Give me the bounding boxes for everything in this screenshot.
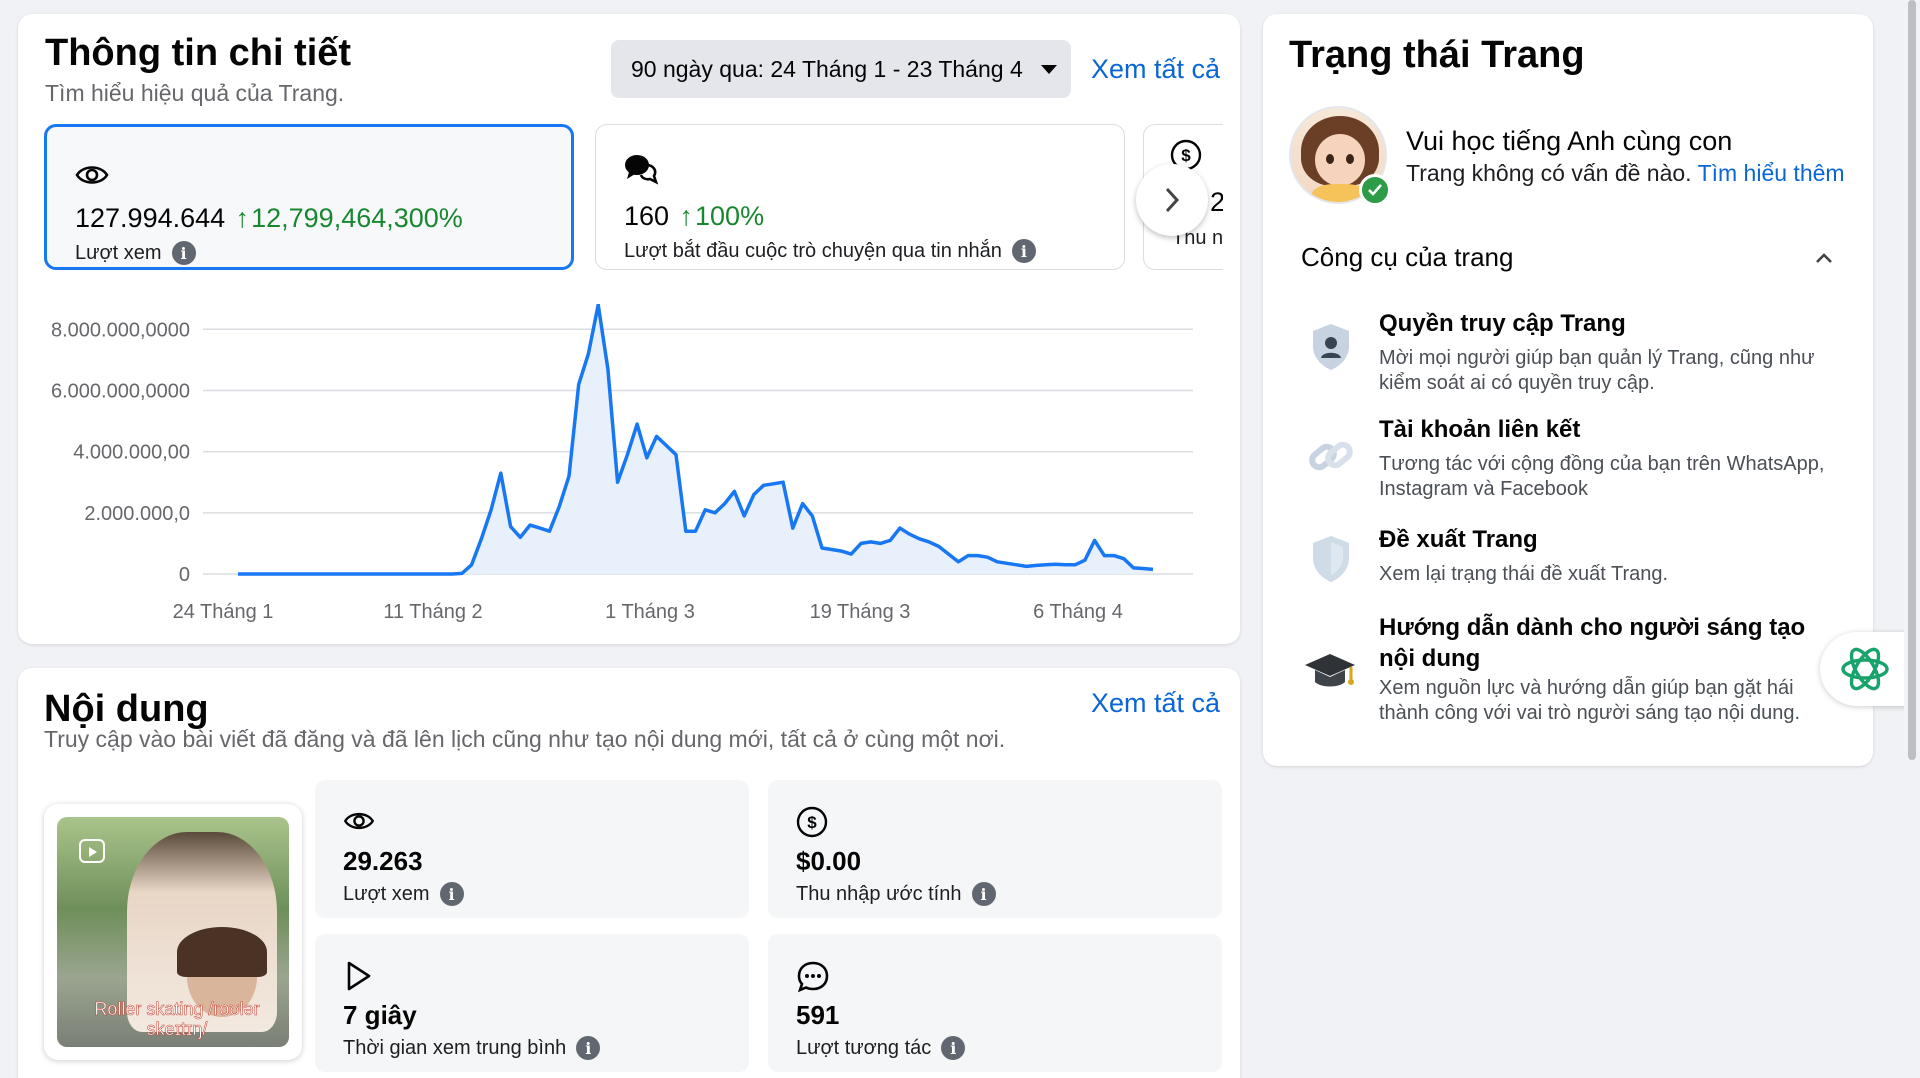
x-tick-label: 24 Tháng 1 — [173, 601, 274, 623]
ai-assistant-button[interactable] — [1820, 632, 1910, 706]
caret-down-icon — [1040, 64, 1057, 74]
post-thumbnail-card[interactable]: Roller skating /roʊlər skeɪtɪŋ/ — [44, 804, 302, 1060]
tile-value: $0.00 — [796, 846, 862, 876]
tile-value: 591 — [796, 1000, 840, 1030]
tool-desc: Xem nguồn lực và hướng dẫn giúp bạn gặt … — [1379, 677, 1800, 724]
scrollbar-track[interactable] — [1904, 0, 1920, 1078]
chevron-up-icon — [1816, 253, 1832, 263]
tools-title: Công cụ của trang — [1301, 242, 1514, 272]
metric-label: Lượt bắt đầu cuộc trò chuyện qua tin nhắ… — [624, 239, 1002, 262]
ai-knot-icon — [1841, 647, 1889, 691]
svg-text:$: $ — [807, 813, 817, 832]
content-tile-earnings[interactable]: $ $0.00 Thu nhập ước tính i — [768, 780, 1222, 918]
link-icon — [1309, 441, 1353, 471]
verified-check-icon — [1359, 174, 1391, 206]
metric-value: 127.994.644 — [75, 203, 226, 233]
info-icon[interactable]: i — [171, 241, 196, 265]
page-status-card: Trạng thái Trang Vui học tiếng Anh cùng … — [1263, 14, 1873, 766]
eye-icon — [75, 166, 109, 184]
tool-page-recommendation[interactable]: Đề xuất Trang Xem lại trạng thái đề xuất… — [1301, 526, 1861, 596]
insights-title: Thông tin chi tiết — [45, 32, 352, 74]
chevron-right-icon — [1165, 187, 1180, 213]
svg-text:$: $ — [1181, 146, 1191, 165]
metric-label: Lượt xem — [75, 241, 162, 264]
tile-label: Lượt tương tác — [796, 1036, 932, 1059]
play-icon — [347, 961, 371, 991]
y-tick-label: 6.000.000,0000 — [51, 380, 190, 402]
date-range-label: 90 ngày qua: 24 Tháng 1 - 23 Tháng 4 — [631, 55, 1023, 82]
tool-desc: Tương tác với cộng đồng của bạn trên Wha… — [1379, 453, 1825, 500]
learn-more-link[interactable]: Tìm hiểu thêm — [1698, 160, 1845, 186]
x-tick-label: 11 Tháng 2 — [383, 601, 482, 623]
content-tile-watch-time[interactable]: 7 giây Thời gian xem trung bình i — [315, 934, 749, 1072]
metric-change: 12,799,464,300% — [251, 203, 463, 233]
graduation-cap-icon — [1305, 654, 1355, 687]
y-tick-label: 2.000.000,0 — [84, 503, 190, 525]
post-thumbnail-image: Roller skating /roʊlər skeɪtɪŋ/ — [57, 817, 289, 1047]
series-area — [238, 304, 1153, 574]
tool-linked-accounts[interactable]: Tài khoản liên kết Tương tác với cộng đồ… — [1301, 416, 1861, 508]
metric-change: 100% — [695, 201, 765, 231]
status-text: Trang không có vấn đề nào. — [1406, 160, 1692, 186]
page-name: Vui học tiếng Anh cùng con — [1406, 126, 1733, 156]
tile-label: Lượt xem — [343, 882, 430, 905]
content-title: Nội dung — [44, 688, 209, 730]
content-subtitle: Truy cập vào bài viết đã đăng và đã lên … — [44, 726, 1006, 752]
metric-card-views[interactable]: 127.994.644 ↑12,799,464,300% Lượt xem i — [44, 124, 574, 270]
carousel-next-button[interactable] — [1136, 164, 1208, 236]
up-arrow-icon: ↑ — [679, 201, 694, 231]
tool-title: Đề xuất Trang — [1379, 526, 1538, 553]
info-icon[interactable]: i — [971, 882, 996, 906]
info-icon[interactable]: i — [576, 1036, 601, 1060]
x-tick-label: 1 Tháng 3 — [605, 601, 695, 623]
reels-icon — [79, 839, 105, 863]
comment-icon — [797, 961, 829, 993]
insights-card: Thông tin chi tiết Tìm hiểu hiệu quả của… — [18, 14, 1240, 644]
metric-value-row: 127.994.644 ↑12,799,464,300% — [75, 203, 463, 234]
chat-bubbles-icon — [625, 155, 658, 185]
y-tick-label: 8.000.000,0000 — [51, 319, 190, 341]
tool-title: Quyền truy cập Trang — [1379, 310, 1626, 337]
tile-value: 7 giây — [343, 1000, 417, 1030]
y-tick-label: 4.000.000,00 — [73, 442, 190, 464]
dollar-icon: $ — [796, 806, 828, 838]
tool-creator-guide[interactable]: Hướng dẫn dành cho người sáng tạo nội du… — [1301, 612, 1861, 736]
y-tick-label: 0 — [179, 564, 190, 586]
date-range-dropdown[interactable]: 90 ngày qua: 24 Tháng 1 - 23 Tháng 4 — [611, 40, 1071, 98]
insights-see-all-link[interactable]: Xem tất cả — [1091, 54, 1220, 85]
thumbnail-caption: Roller skating /roʊlər skeɪtɪŋ/ — [94, 999, 260, 1040]
content-tile-engagement[interactable]: 591 Lượt tương tác i — [768, 934, 1222, 1072]
tile-label: Thu nhập ước tính — [796, 882, 962, 905]
x-tick-label: 19 Tháng 3 — [810, 601, 911, 623]
content-card: Nội dung Truy cập vào bài viết đã đăng v… — [18, 668, 1240, 1078]
content-see-all-link[interactable]: Xem tất cả — [1091, 688, 1220, 719]
person-shield-icon — [1313, 324, 1349, 370]
tools-section-header[interactable]: Công cụ của trang — [1301, 242, 1841, 282]
info-icon[interactable]: i — [941, 1036, 966, 1060]
eye-icon — [343, 812, 375, 830]
metric-value: 2 — [1210, 187, 1223, 217]
scrollbar-thumb[interactable] — [1908, 0, 1916, 760]
tool-desc: Mời mọi người giúp bạn quản lý Trang, cũ… — [1379, 347, 1815, 394]
metric-card-messages[interactable]: 160 ↑100% Lượt bắt đầu cuộc trò chuyện q… — [595, 124, 1125, 270]
tile-label: Thời gian xem trung bình — [343, 1036, 567, 1059]
shield-icon — [1313, 536, 1349, 582]
status-title: Trạng thái Trang — [1289, 34, 1585, 76]
content-tile-views[interactable]: 29.263 Lượt xem i — [315, 780, 749, 918]
info-icon[interactable]: i — [439, 882, 464, 906]
metric-value: 160 — [624, 201, 670, 231]
tile-value: 29.263 — [343, 846, 423, 876]
info-icon[interactable]: i — [1011, 239, 1036, 263]
x-tick-label: 6 Tháng 4 — [1033, 601, 1123, 623]
tool-title: Hướng dẫn dành cho người sáng tạo nội du… — [1379, 614, 1806, 672]
tool-title: Tài khoản liên kết — [1379, 416, 1581, 443]
tool-page-access[interactable]: Quyền truy cập Trang Mời mọi người giúp … — [1301, 310, 1861, 400]
up-arrow-icon: ↑ — [235, 203, 250, 233]
insights-subtitle: Tìm hiểu hiệu quả của Trang. — [45, 80, 345, 106]
tool-desc: Xem lại trạng thái đề xuất Trang. — [1379, 563, 1669, 585]
views-chart: 8.000.000,0000 6.000.000,0000 4.000.000,00… — [51, 304, 1193, 623]
